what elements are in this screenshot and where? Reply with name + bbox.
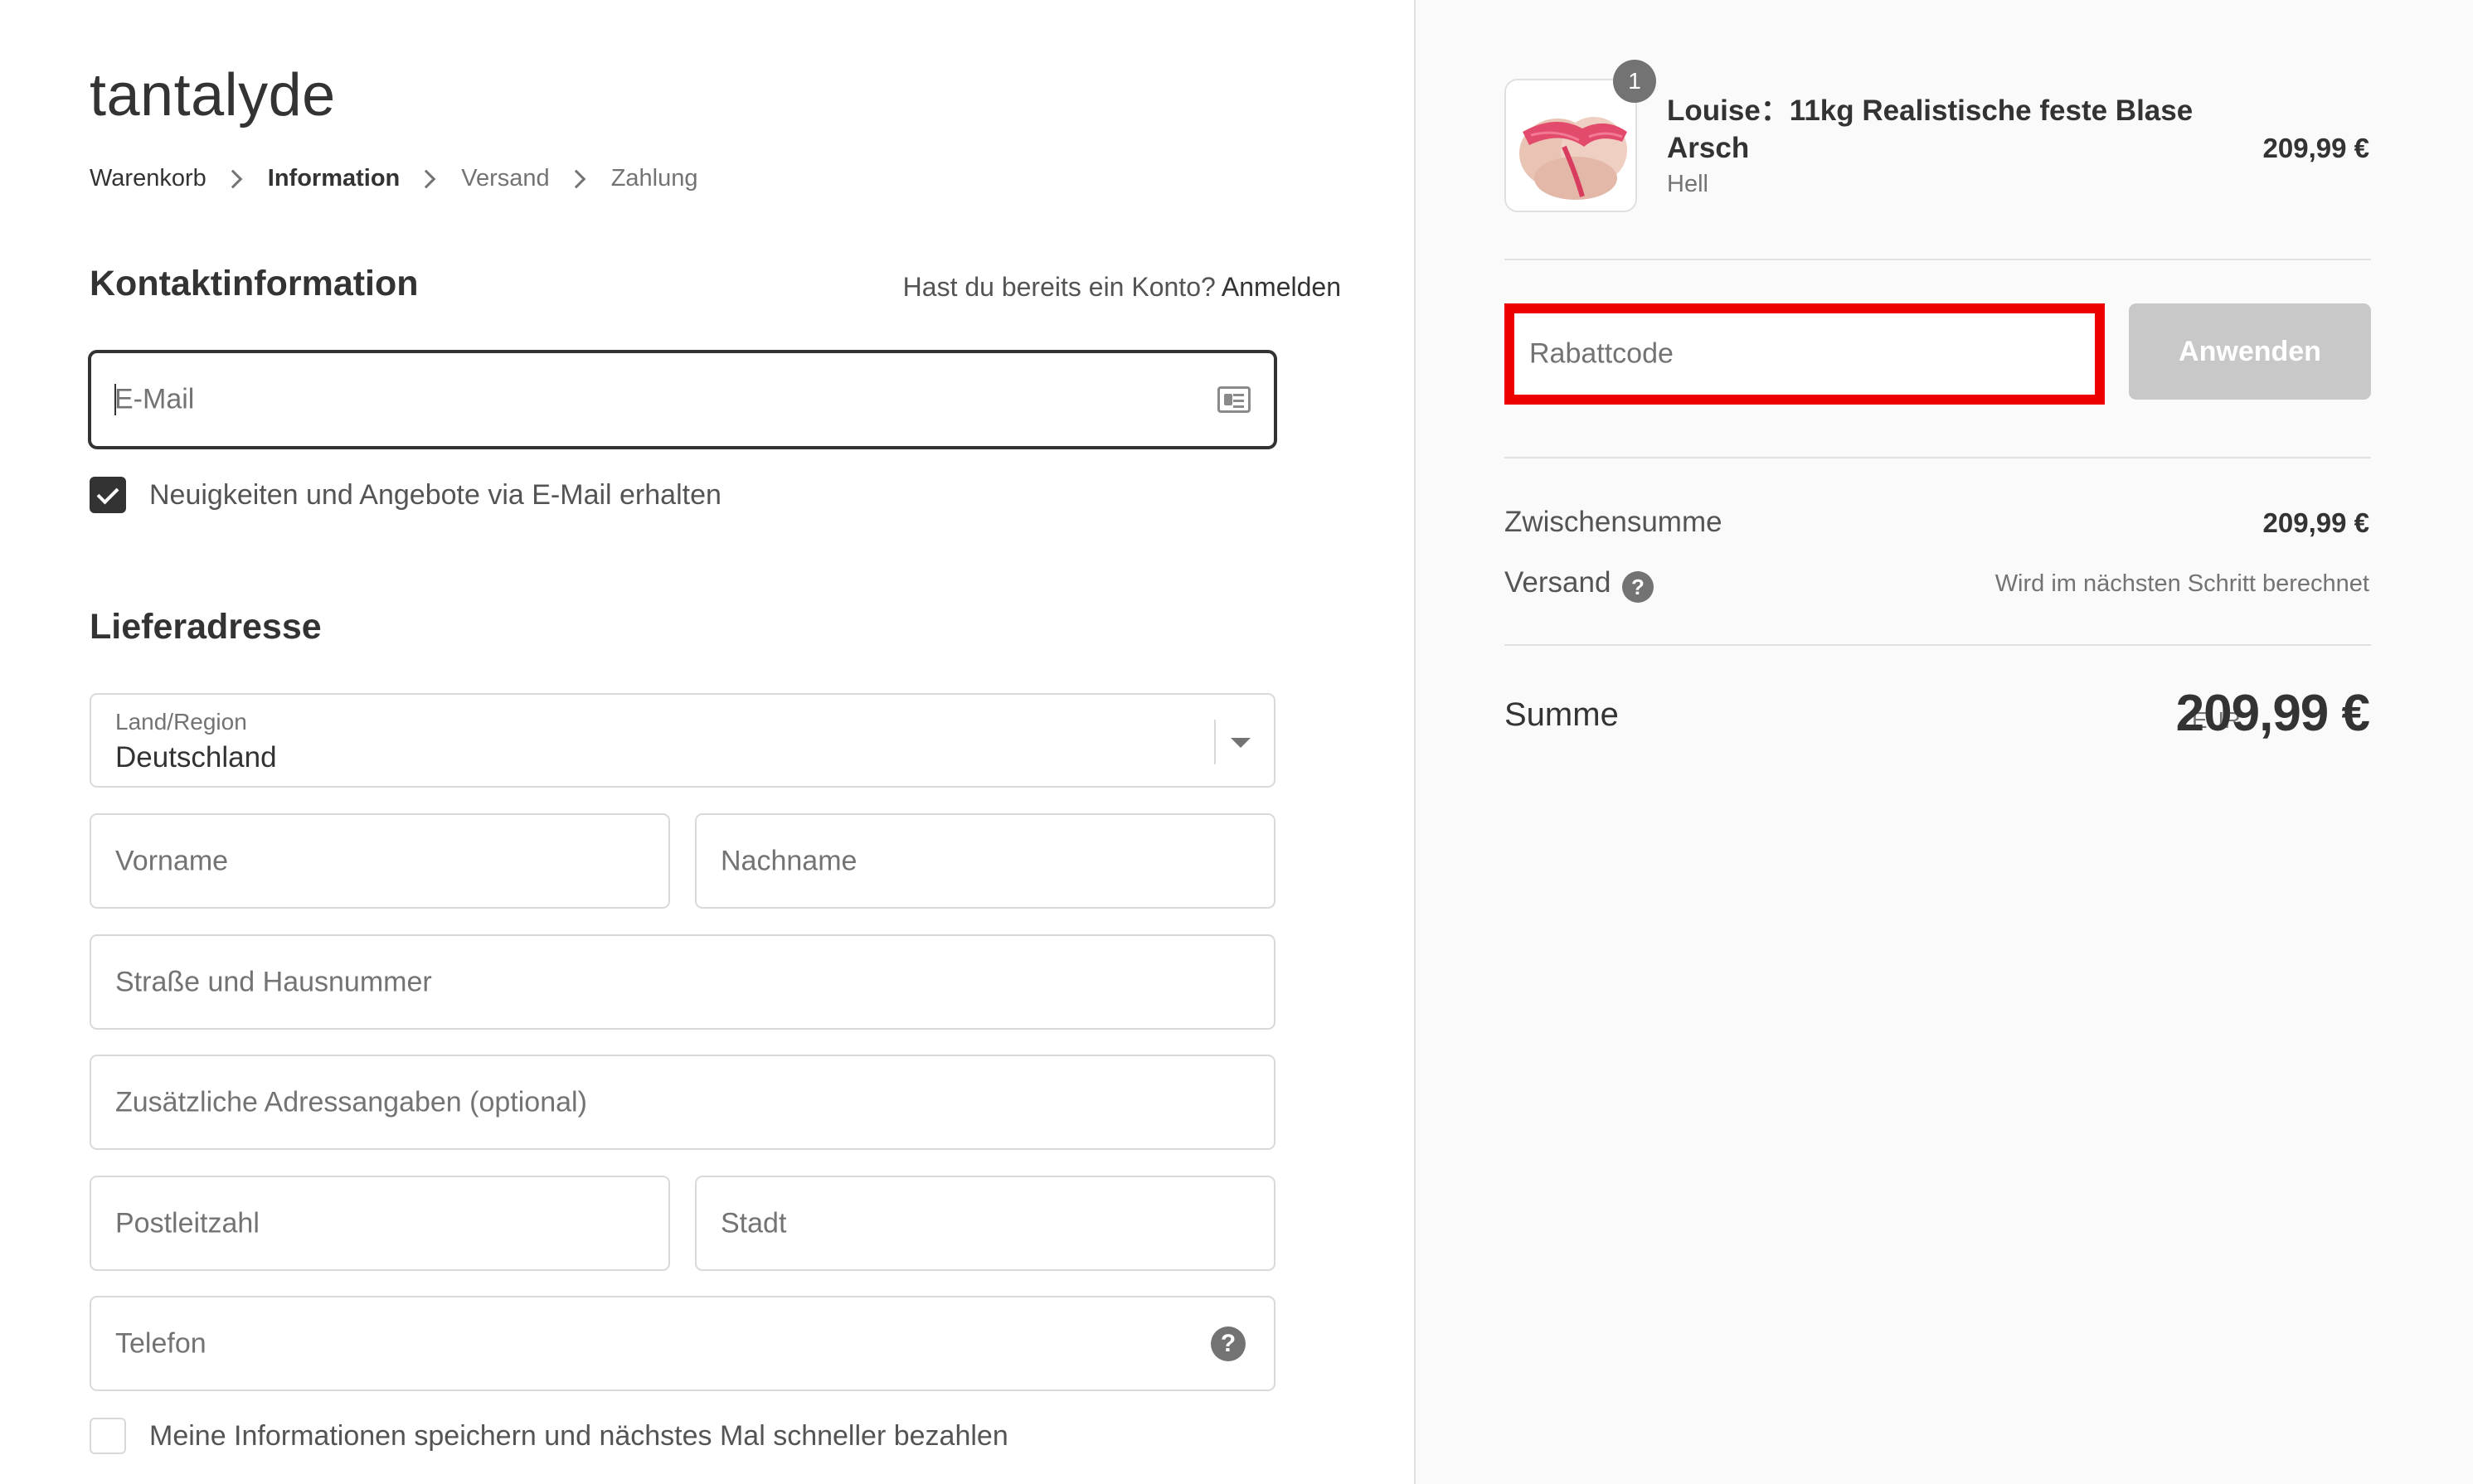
account-question: Hast du bereits ein Konto? (902, 272, 1216, 302)
breadcrumb-information: Information (267, 165, 401, 192)
country-select[interactable]: Land/Region Deutschland (90, 693, 1275, 788)
caret-down-icon (1231, 738, 1251, 748)
breadcrumb-shipping: Versand (461, 165, 550, 192)
divider (1504, 457, 2371, 458)
chevron-right-icon (416, 169, 436, 188)
product-variant: Hell (1667, 171, 1708, 197)
address2-placeholder: Zusätzliche Adressangaben (optional) (115, 1086, 587, 1118)
order-summary: 1 Louise：11kg Realistische feste Blase A… (1414, 0, 2473, 1484)
subtotal-value: 209,99 € (2262, 507, 2369, 538)
save-info-label[interactable]: Meine Informationen speichern und nächst… (149, 1420, 1008, 1452)
discount-code-field[interactable]: Rabattcode (1504, 303, 2105, 405)
product-name: Louise：11kg Realistische feste Blase Ars… (1667, 95, 2194, 164)
contact-section-title: Kontaktinformation (90, 264, 419, 303)
chevron-right-icon (223, 169, 243, 188)
product-price: 209,99 € (2262, 133, 2369, 163)
shipping-label: Versand (1504, 566, 1611, 599)
postal-code-placeholder: Postleitzahl (115, 1207, 260, 1239)
select-divider (1214, 720, 1216, 764)
total-label: Summe (1504, 696, 1619, 733)
checkout-main: tantalyde Warenkorb Information Versand … (0, 0, 1414, 1484)
country-label: Land/Region (115, 709, 247, 735)
account-prompt: Hast du bereits ein Konto? Anmelden (903, 272, 1341, 303)
quantity-badge: 1 (1613, 60, 1656, 103)
newsletter-label[interactable]: Neuigkeiten und Angebote via E-Mail erha… (149, 479, 721, 512)
product-thumbnail (1504, 79, 1637, 212)
breadcrumb-payment: Zahlung (610, 165, 698, 192)
city-placeholder: Stadt (721, 1207, 787, 1239)
store-logo[interactable]: tantalyde (90, 61, 336, 129)
divider (1504, 259, 2371, 260)
breadcrumb-cart[interactable]: Warenkorb (90, 165, 206, 192)
contact-card-icon (1217, 386, 1251, 413)
divider (1504, 644, 2371, 646)
country-value: Deutschland (115, 741, 277, 774)
city-field[interactable]: Stadt (695, 1176, 1275, 1271)
shipping-section-title: Lieferadresse (90, 607, 322, 647)
last-name-placeholder: Nachname (721, 845, 858, 876)
chevron-right-icon (566, 169, 586, 188)
newsletter-checkbox[interactable] (90, 477, 126, 513)
discount-placeholder: Rabattcode (1529, 337, 1674, 370)
postal-code-field[interactable]: Postleitzahl (90, 1176, 670, 1271)
product-image (1506, 80, 1635, 211)
help-icon[interactable]: ? (1622, 571, 1654, 603)
first-name-field[interactable]: Vorname (90, 813, 670, 909)
email-placeholder: E-Mail (114, 383, 195, 415)
last-name-field[interactable]: Nachname (695, 813, 1275, 909)
phone-field[interactable]: Telefon ? (90, 1296, 1275, 1391)
help-icon[interactable]: ? (1211, 1326, 1246, 1361)
street-field[interactable]: Straße und Hausnummer (90, 934, 1275, 1030)
breadcrumb: Warenkorb Information Versand Zahlung (90, 165, 698, 192)
login-link[interactable]: Anmelden (1222, 272, 1341, 302)
subtotal-label: Zwischensumme (1504, 506, 1722, 538)
apply-discount-button[interactable]: Anwenden (2129, 303, 2371, 400)
save-info-checkbox[interactable] (90, 1418, 126, 1454)
first-name-placeholder: Vorname (115, 845, 229, 876)
phone-placeholder: Telefon (115, 1327, 206, 1359)
total-value: 209,99 € (2175, 685, 2370, 742)
street-placeholder: Straße und Hausnummer (115, 966, 432, 997)
email-field[interactable]: E-Mail (88, 350, 1277, 449)
shipping-value: Wird im nächsten Schritt berechnet (1994, 570, 2369, 597)
address2-field[interactable]: Zusätzliche Adressangaben (optional) (90, 1055, 1275, 1150)
